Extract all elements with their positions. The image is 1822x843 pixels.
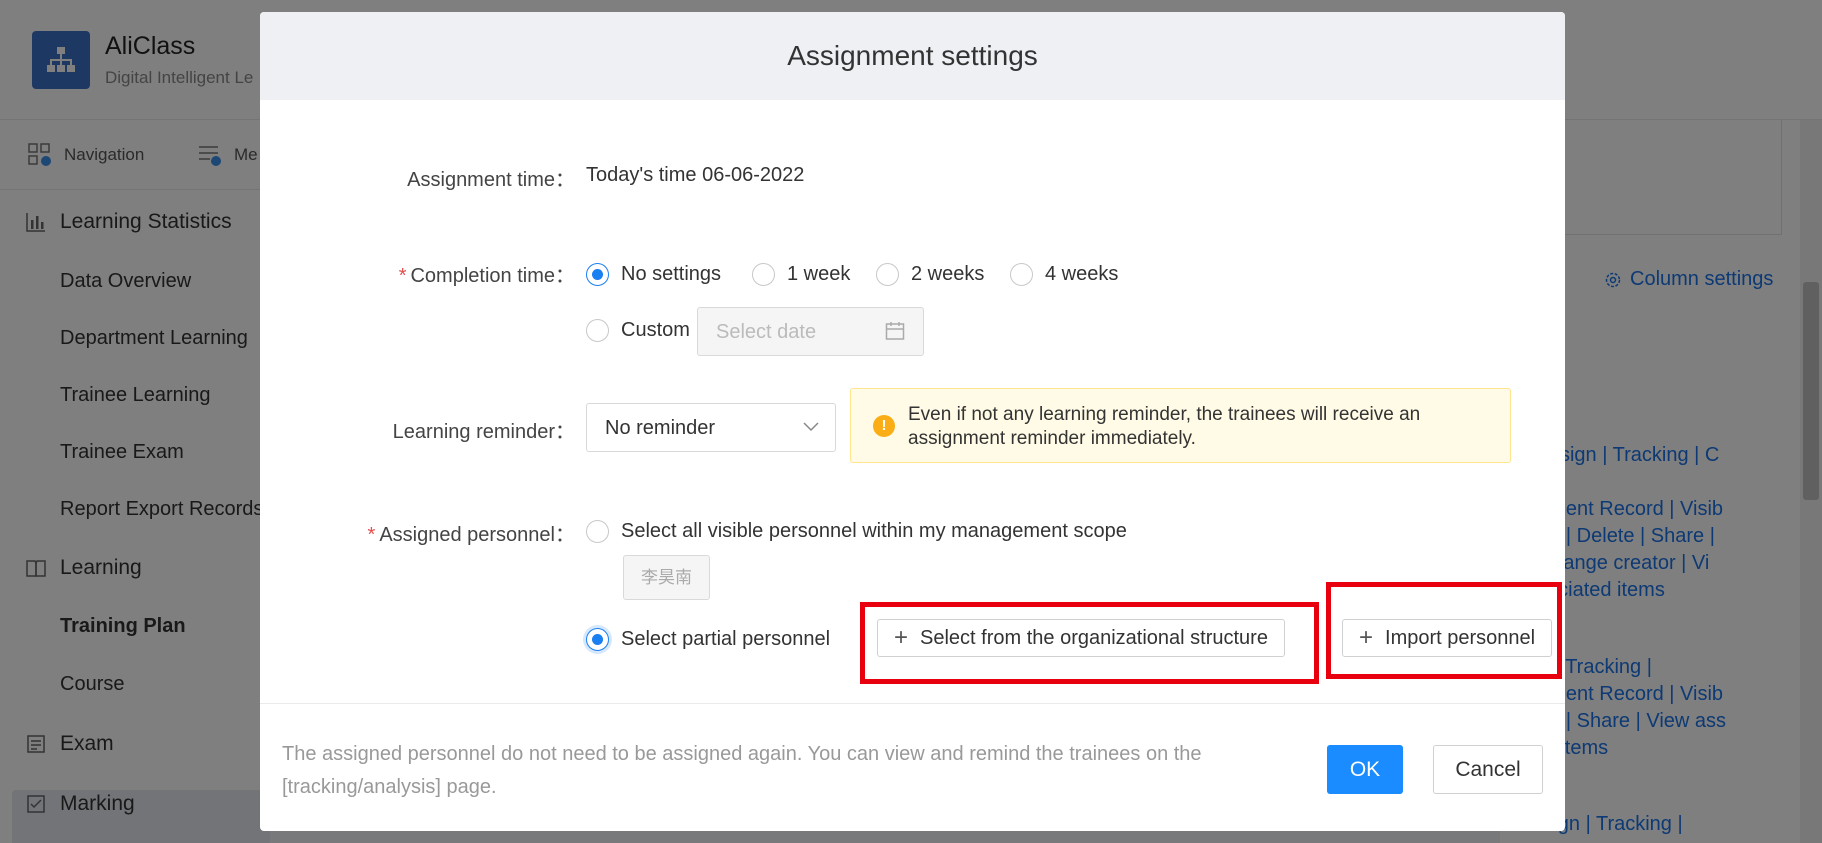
completion-radio-custom[interactable]: Custom	[586, 319, 690, 342]
calendar-icon	[885, 322, 905, 340]
assigned-personnel-label: * Assigned personnel：	[368, 518, 575, 547]
label-text: Assignment time	[407, 169, 555, 191]
required-asterisk: *	[367, 524, 376, 546]
radio-label: No settings	[621, 263, 722, 285]
completion-radio-no-settings[interactable]: No settings	[586, 263, 721, 286]
reminder-alert: ! Even if not any learning reminder, the…	[850, 388, 1511, 463]
chevron-down-icon	[803, 422, 819, 432]
completion-radio-1-week[interactable]: 1 week	[752, 263, 850, 286]
custom-date-input[interactable]: Select date	[697, 307, 924, 356]
radio-label: Custom	[621, 319, 690, 341]
completion-radio-4-weeks[interactable]: 4 weeks	[1010, 263, 1118, 286]
learning-reminder-label: Learning reminder：	[393, 415, 575, 444]
label-text: Assigned personnel	[379, 524, 555, 546]
button-label: Import personnel	[1385, 626, 1536, 649]
radio-checked-icon	[586, 628, 609, 651]
radio-label: 1 week	[787, 263, 851, 285]
alert-text: Even if not any learning reminder, the t…	[908, 404, 1421, 449]
select-value: No reminder	[605, 417, 716, 439]
assignment-time-value: Today's time 06-06-2022	[586, 164, 805, 186]
import-personnel-button[interactable]: + Import personnel	[1342, 619, 1553, 657]
completion-time-label: * Completion time：	[399, 259, 575, 288]
label-text: Learning reminder	[392, 421, 555, 443]
plus-icon: +	[1359, 624, 1374, 651]
modal-header: Assignment settings	[260, 12, 1565, 100]
radio-label: Select all visible personnel within my m…	[621, 520, 1127, 542]
radio-unchecked-icon	[586, 520, 609, 543]
cancel-button[interactable]: Cancel	[1433, 745, 1543, 794]
assignment-time-label: Assignment time：	[407, 163, 575, 192]
learning-reminder-select[interactable]: No reminder	[586, 403, 836, 452]
radio-unchecked-icon	[752, 263, 775, 286]
assignment-settings-modal: Assignment settings Assignment time： Tod…	[260, 12, 1565, 831]
personnel-radio-select-partial[interactable]: Select partial personnel	[586, 628, 830, 651]
personnel-tag: 李昊南	[623, 555, 710, 600]
modal-title: Assignment settings	[787, 40, 1038, 71]
completion-radio-2-weeks[interactable]: 2 weeks	[876, 263, 984, 286]
button-label: Select from the organizational structure	[920, 626, 1268, 649]
radio-unchecked-icon	[1010, 263, 1033, 286]
warning-icon: !	[873, 415, 895, 437]
label-colon: ：	[555, 169, 575, 191]
footer-note: The assigned personnel do not need to be…	[282, 743, 1202, 798]
date-placeholder: Select date	[716, 321, 817, 343]
radio-label: Select partial personnel	[621, 628, 831, 650]
label-text: Completion time	[410, 265, 555, 287]
required-asterisk: *	[398, 265, 407, 287]
select-from-org-structure-button[interactable]: + Select from the organizational structu…	[877, 619, 1285, 657]
radio-unchecked-icon	[876, 263, 899, 286]
label-colon: ：	[555, 524, 575, 546]
radio-label: 2 weeks	[911, 263, 985, 285]
label-colon: ：	[555, 265, 575, 287]
label-colon: ：	[555, 421, 575, 443]
radio-unchecked-icon	[586, 319, 609, 342]
personnel-radio-select-all[interactable]: Select all visible personnel within my m…	[586, 520, 1127, 543]
radio-checked-icon	[586, 263, 609, 286]
modal-footer: The assigned personnel do not need to be…	[260, 703, 1565, 831]
plus-icon: +	[894, 624, 909, 651]
ok-button[interactable]: OK	[1327, 745, 1403, 794]
radio-label: 4 weeks	[1045, 263, 1119, 285]
